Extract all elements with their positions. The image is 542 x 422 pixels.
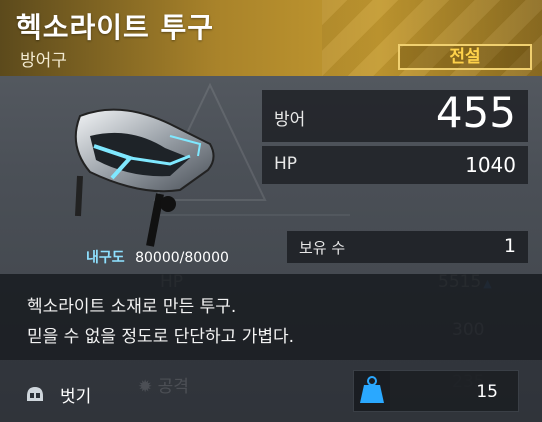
owned-value: 1 <box>503 235 516 257</box>
hp-value: 1040 <box>465 153 516 177</box>
helmet-icon <box>27 386 43 401</box>
action-bar: 벗기 15 <box>0 360 542 422</box>
helmet-item-image <box>74 108 215 247</box>
item-header: 헥소라이트 투구 방어구 전설 <box>0 0 542 76</box>
durability-label: 내구도 <box>86 250 125 266</box>
hp-stat: HP 1040 <box>262 146 528 184</box>
hp-label: HP <box>274 154 298 174</box>
unequip-button[interactable]: 벗기 <box>24 382 91 407</box>
item-title: 헥소라이트 투구 <box>16 11 215 44</box>
weight-icon-container <box>354 371 390 411</box>
defense-stat: 방어 455 <box>262 88 528 142</box>
owned-label: 보유 수 <box>299 239 346 257</box>
description-line-2: 믿을 수 없을 정도로 단단하고 가볍다. <box>27 327 295 347</box>
defense-label: 방어 <box>274 110 306 130</box>
durability: 내구도 80000/80000 <box>86 247 229 267</box>
rarity-badge: 전설 <box>398 44 532 70</box>
weight-icon <box>360 376 384 403</box>
weight-display: 15 <box>353 370 519 412</box>
description-line-1: 헥소라이트 소재로 만든 투구. <box>27 297 237 317</box>
owned-count-stat: 보유 수 1 <box>287 231 528 263</box>
item-detail-panel: 헥소라이트 투구 방어구 전설 HP 5515▲ 300 ✹ 공격 235▲ 내… <box>0 0 542 422</box>
item-category: 방어구 <box>20 51 67 71</box>
unequip-label: 벗기 <box>60 387 92 407</box>
item-description: 헥소라이트 소재로 만든 투구. 믿을 수 없을 정도로 단단하고 가볍다. <box>0 274 542 360</box>
durability-value: 80000/80000 <box>135 250 229 266</box>
weight-value: 15 <box>476 382 498 402</box>
defense-value: 455 <box>435 88 516 137</box>
